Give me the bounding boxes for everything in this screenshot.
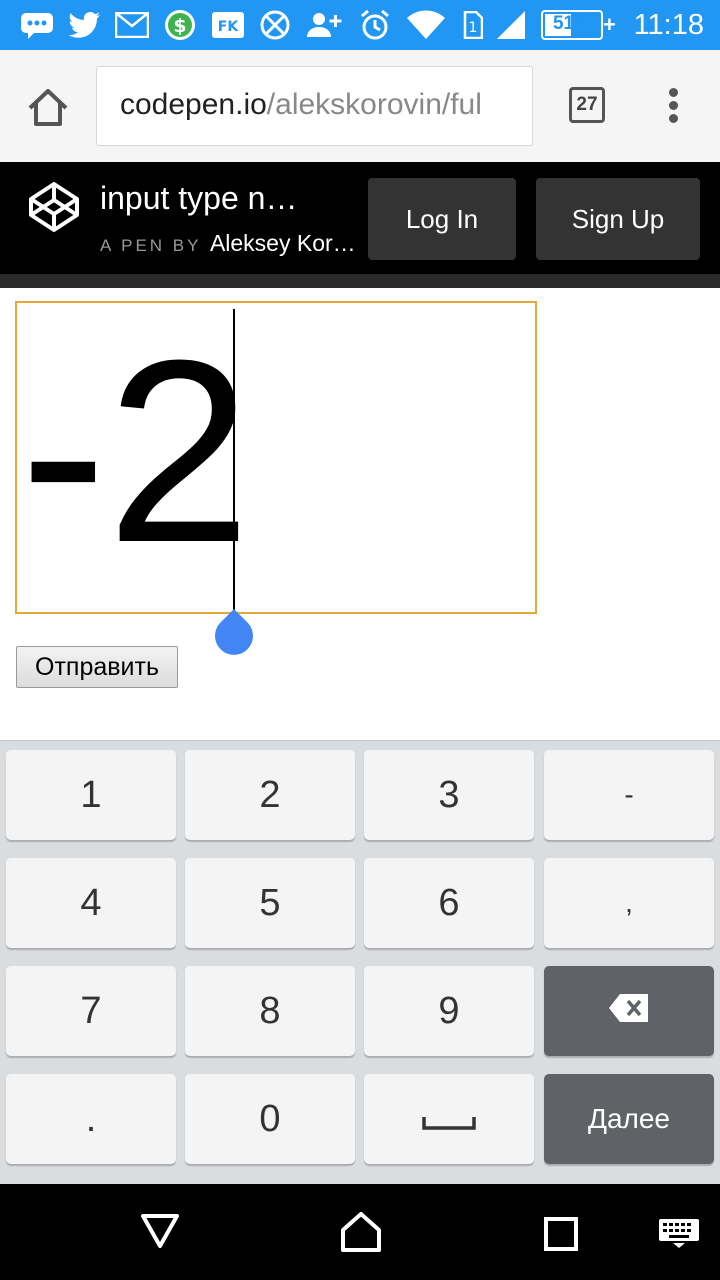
cash-icon: $ bbox=[163, 9, 197, 41]
overflow-menu-icon[interactable] bbox=[664, 86, 684, 126]
signup-button[interactable]: Sign Up bbox=[536, 178, 700, 260]
pen-title: input type n… bbox=[100, 180, 298, 216]
key-2[interactable]: 2 bbox=[185, 750, 355, 840]
key-9[interactable]: 9 bbox=[364, 966, 534, 1056]
number-input-value: -2 bbox=[20, 307, 252, 597]
author-link[interactable]: Aleksey Kor… bbox=[210, 230, 356, 256]
clock: 11:18 bbox=[633, 9, 704, 41]
fk-app-icon: FK bbox=[211, 9, 245, 41]
keyboard-switch-icon[interactable] bbox=[658, 1218, 700, 1253]
messages-icon bbox=[20, 9, 54, 41]
key-0[interactable]: 0 bbox=[185, 1074, 355, 1164]
wifi-icon bbox=[404, 9, 448, 41]
numeric-keyboard: 1 2 3 - 4 5 6 , 7 8 9 . 0 Далее bbox=[0, 740, 720, 1184]
add-contact-icon bbox=[305, 9, 343, 41]
key-6[interactable]: 6 bbox=[364, 858, 534, 948]
svg-text:FK: FK bbox=[218, 19, 240, 35]
key-comma[interactable]: , bbox=[544, 858, 714, 948]
space-icon bbox=[422, 1098, 476, 1141]
url-host: codepen.io bbox=[120, 88, 267, 121]
key-3[interactable]: 3 bbox=[364, 750, 534, 840]
next-key[interactable]: Далее bbox=[544, 1074, 714, 1164]
status-bar: $ FK 1 51% + 11:18 bbox=[0, 0, 720, 50]
key-4[interactable]: 4 bbox=[6, 858, 176, 948]
backspace-key[interactable] bbox=[544, 966, 714, 1056]
key-7[interactable]: 7 bbox=[6, 966, 176, 1056]
home-icon[interactable] bbox=[24, 84, 72, 130]
gmail-icon bbox=[114, 9, 150, 41]
sim-1-icon: 1 bbox=[462, 9, 484, 41]
svg-text:$: $ bbox=[173, 15, 186, 37]
tab-switcher-button[interactable]: 27 bbox=[569, 87, 605, 123]
text-caret bbox=[233, 309, 235, 611]
header-divider bbox=[0, 274, 720, 288]
recents-icon[interactable] bbox=[543, 1216, 579, 1257]
login-button[interactable]: Log In bbox=[368, 178, 516, 260]
key-1[interactable]: 1 bbox=[6, 750, 176, 840]
key-period[interactable]: . bbox=[6, 1074, 176, 1164]
signal-icon bbox=[494, 9, 528, 41]
url-path: /alekskorovin/ful bbox=[266, 88, 482, 121]
charging-plus-icon: + bbox=[603, 12, 616, 37]
battery-icon: 51% bbox=[541, 10, 603, 40]
caret-handle-icon[interactable] bbox=[214, 607, 254, 657]
battery-percent: 51% bbox=[552, 13, 592, 34]
url-bar[interactable]: codepen.io/alekskorovin/ful bbox=[96, 66, 533, 146]
byline-label: A PEN BY bbox=[100, 236, 202, 255]
space-key[interactable] bbox=[364, 1074, 534, 1164]
alarm-icon bbox=[358, 9, 392, 41]
back-icon[interactable] bbox=[140, 1212, 180, 1255]
home-nav-icon[interactable] bbox=[339, 1210, 383, 1259]
browser-toolbar: codepen.io/alekskorovin/ful 27 bbox=[0, 50, 720, 162]
backspace-icon bbox=[608, 990, 650, 1033]
key-minus[interactable]: - bbox=[544, 750, 714, 840]
svg-text:1: 1 bbox=[469, 20, 478, 36]
codepen-logo-icon[interactable] bbox=[27, 180, 81, 234]
submit-button[interactable]: Отправить bbox=[16, 646, 178, 688]
twitter-icon bbox=[68, 9, 102, 41]
pen-byline: A PEN BY Aleksey Kor… bbox=[100, 230, 356, 257]
globe-grid-icon bbox=[258, 9, 292, 41]
key-5[interactable]: 5 bbox=[185, 858, 355, 948]
url-text: codepen.io/alekskorovin/ful bbox=[120, 88, 482, 122]
key-8[interactable]: 8 bbox=[185, 966, 355, 1056]
